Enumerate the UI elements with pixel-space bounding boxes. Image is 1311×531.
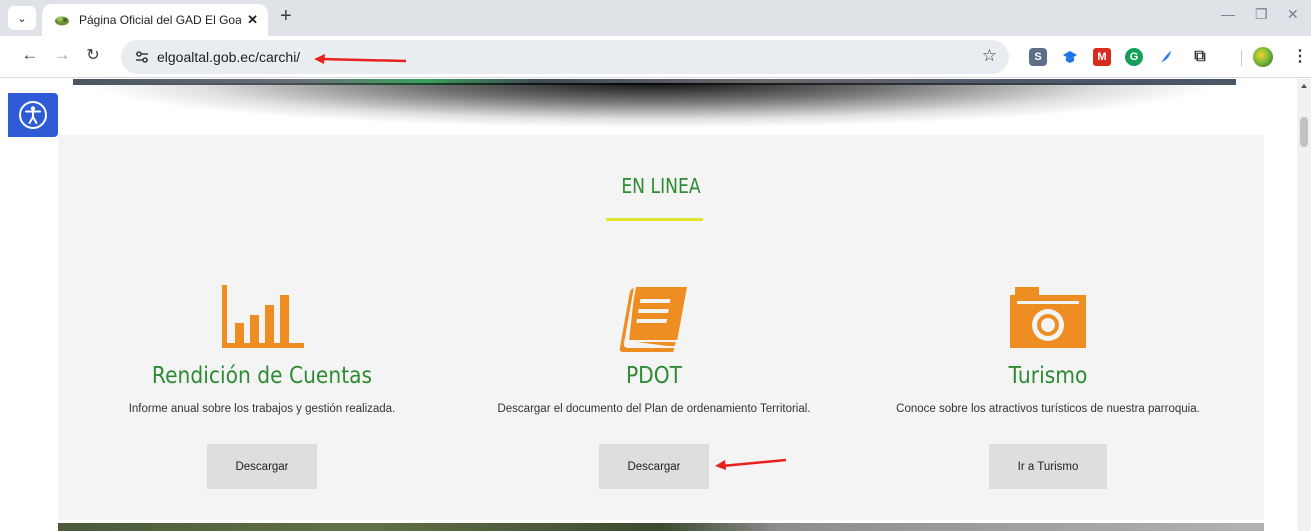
extension-feather-icon[interactable] <box>1157 48 1175 66</box>
extension-graduation-icon[interactable] <box>1061 48 1079 66</box>
extension-s-icon[interactable]: S <box>1029 48 1047 66</box>
url-text[interactable]: elgoaltal.gob.ec/carchi/ <box>157 49 300 65</box>
menu-icon[interactable]: ⋮ <box>1292 46 1308 66</box>
card-pdot: PDOT Descargar el documento del Plan de … <box>453 285 855 505</box>
book-icon <box>617 285 687 354</box>
restore-icon[interactable]: ❐ <box>1255 6 1268 23</box>
ir-a-turismo-button[interactable]: Ir a Turismo <box>989 444 1107 489</box>
tab-search-button[interactable]: ⌄ <box>8 6 36 30</box>
browser-toolbar: ← → ↻ elgoaltal.gob.ec/carchi/ ☆ S M G ⧉… <box>0 36 1311 78</box>
forward-icon[interactable]: → <box>52 45 72 65</box>
card-description: Descargar el documento del Plan de orden… <box>497 403 811 415</box>
card-title: Turismo <box>1008 363 1088 389</box>
extension-grammarly-icon[interactable]: G <box>1125 48 1143 66</box>
back-icon[interactable]: ← <box>20 45 40 65</box>
card-description: Informe anual sobre los trabajos y gesti… <box>128 403 396 415</box>
tab-bar: ⌄ Página Oficial del GAD El Goalta ✕ + —… <box>0 0 1311 36</box>
toolbar-separator <box>1241 50 1242 66</box>
new-tab-button[interactable]: + <box>280 4 292 28</box>
site-info-icon[interactable] <box>134 49 150 65</box>
site-favicon-icon <box>55 16 69 26</box>
accessibility-button[interactable] <box>8 93 58 137</box>
accessibility-icon <box>19 101 47 129</box>
minimize-icon[interactable]: — <box>1221 6 1235 22</box>
card-description: Conoce sobre los atractivos turísticos d… <box>896 403 1200 415</box>
section-title: EN LINEA <box>621 174 701 198</box>
scroll-thumb[interactable] <box>1300 117 1308 147</box>
card-turismo: Turismo Conoce sobre los atractivos turí… <box>847 285 1249 505</box>
page-scrollbar[interactable] <box>1297 79 1311 531</box>
chevron-down-icon: ⌄ <box>17 12 27 25</box>
en-linea-section: EN LINEA Rendición de Cuentas Informe an… <box>58 135 1264 520</box>
camera-icon <box>1010 287 1086 348</box>
card-title: Rendición de Cuentas <box>151 363 373 389</box>
descargar-pdot-button[interactable]: Descargar <box>599 444 709 489</box>
tab-title: Página Oficial del GAD El Goalta <box>79 13 242 27</box>
card-title: PDOT <box>625 363 683 389</box>
title-underline <box>606 218 703 221</box>
card-rendicion-de-cuentas: Rendición de Cuentas Informe anual sobre… <box>61 285 463 505</box>
bar-chart-icon <box>222 285 304 348</box>
scroll-up-arrow-icon[interactable] <box>1301 84 1307 88</box>
tab-close-icon[interactable]: ✕ <box>247 12 258 28</box>
next-section-image <box>58 523 1264 531</box>
bookmark-star-icon[interactable]: ☆ <box>982 46 997 66</box>
extensions-puzzle-icon[interactable]: ⧉ <box>1191 48 1209 66</box>
extension-m-icon[interactable]: M <box>1093 48 1111 66</box>
browser-tab[interactable]: Página Oficial del GAD El Goalta ✕ <box>42 4 268 36</box>
page-viewport: EN LINEA Rendición de Cuentas Informe an… <box>0 79 1297 531</box>
reload-icon[interactable]: ↻ <box>83 45 103 65</box>
hero-shadow <box>98 83 1208 127</box>
close-window-icon[interactable]: ✕ <box>1287 6 1299 23</box>
profile-avatar-icon[interactable] <box>1253 47 1273 67</box>
address-bar[interactable]: elgoaltal.gob.ec/carchi/ ☆ <box>121 40 1009 74</box>
descargar-rendicion-button[interactable]: Descargar <box>207 444 317 489</box>
